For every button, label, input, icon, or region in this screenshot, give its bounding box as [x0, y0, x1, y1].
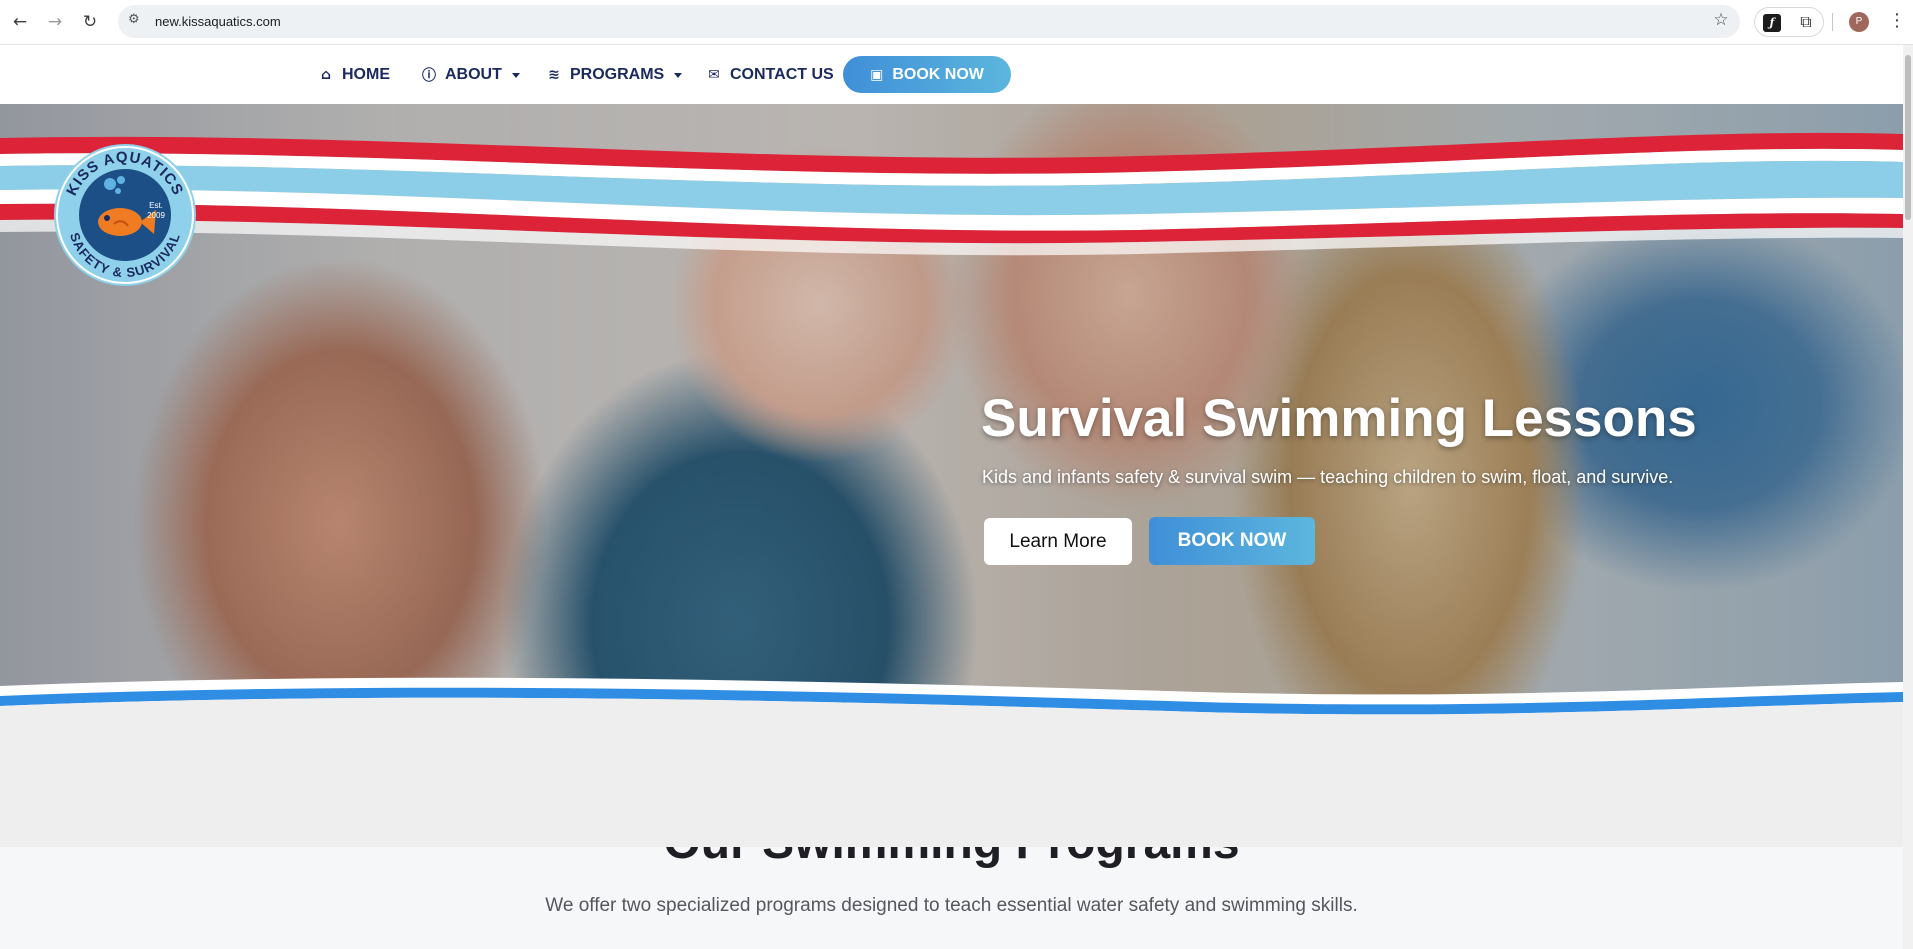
- nav-programs[interactable]: ≋ PROGRAMS: [546, 63, 683, 87]
- nav-home[interactable]: ⌂ HOME: [318, 63, 390, 87]
- chevron-down-icon: [674, 72, 683, 78]
- hero-title: Survival Swimming Lessons: [981, 389, 1697, 448]
- nav-book-now-label: BOOK NOW: [892, 65, 984, 83]
- hero-subtitle: Kids and infants safety & survival swim …: [982, 467, 1674, 487]
- kebab-menu-icon[interactable]: ⋮: [1888, 10, 1906, 34]
- nav-book-now-button[interactable]: ▣ BOOK NOW: [843, 56, 1011, 93]
- url-text[interactable]: new.kissaquatics.com: [155, 14, 281, 29]
- site-navbar: ⌂ HOME ⓘ ABOUT ≋ PROGRAMS ✉ CONTACT US ▣…: [0, 45, 1903, 104]
- nav-contact[interactable]: ✉ CONTACT US: [706, 63, 834, 87]
- puzzle-icon[interactable]: ⧉: [1795, 12, 1817, 34]
- section-overlap: [0, 815, 1903, 847]
- profile-avatar[interactable]: P: [1849, 12, 1869, 32]
- chevron-down-icon: [511, 72, 520, 78]
- home-icon: ⌂: [320, 67, 332, 83]
- scrollbar-thumb[interactable]: [1905, 55, 1911, 220]
- tune-icon[interactable]: ⚙: [128, 12, 146, 30]
- programs-subtitle: We offer two specialized programs design…: [545, 895, 1358, 916]
- learn-more-button[interactable]: Learn More: [984, 518, 1132, 565]
- logo-est-year: 2009: [147, 211, 165, 220]
- reload-icon[interactable]: ↻: [78, 10, 102, 34]
- waves-icon: ≋: [548, 67, 560, 83]
- hero-bottom-wave: [0, 677, 1903, 740]
- nav-about-label: ABOUT: [445, 66, 502, 83]
- envelope-icon: ✉: [708, 67, 720, 83]
- programs-title-wrap: Our Swimming Programs: [0, 815, 1903, 875]
- calendar-check-icon: ▣: [870, 66, 884, 83]
- kiss-aquatics-logo[interactable]: KISS AQUATICS SAFETY & SURVIVAL Est. 200…: [52, 142, 198, 288]
- forward-arrow-icon[interactable]: →: [43, 10, 67, 34]
- browser-toolbar: ← → ↻ ⚙ new.kissaquatics.com ☆ ƒ ⧉ P ⋮: [0, 0, 1913, 45]
- hero-book-now-button[interactable]: BOOK NOW: [1149, 517, 1315, 565]
- nav-home-label: HOME: [342, 66, 390, 83]
- nav-programs-label: PROGRAMS: [570, 66, 665, 83]
- info-icon: ⓘ: [422, 68, 436, 84]
- script-extension-icon[interactable]: ƒ: [1763, 14, 1781, 32]
- nav-about[interactable]: ⓘ ABOUT: [421, 63, 520, 87]
- hero-section: KISS AQUATICS SAFETY & SURVIVAL Est. 200…: [0, 104, 1903, 740]
- nav-contact-label: CONTACT US: [730, 66, 834, 83]
- logo-est-label: Est.: [149, 201, 163, 210]
- star-icon[interactable]: ☆: [1710, 10, 1732, 32]
- toolbar-divider: [1832, 13, 1833, 31]
- extensions-group: ƒ ⧉: [1754, 7, 1824, 37]
- back-arrow-icon[interactable]: ←: [8, 10, 32, 34]
- address-bar[interactable]: ⚙ new.kissaquatics.com ☆: [118, 5, 1740, 38]
